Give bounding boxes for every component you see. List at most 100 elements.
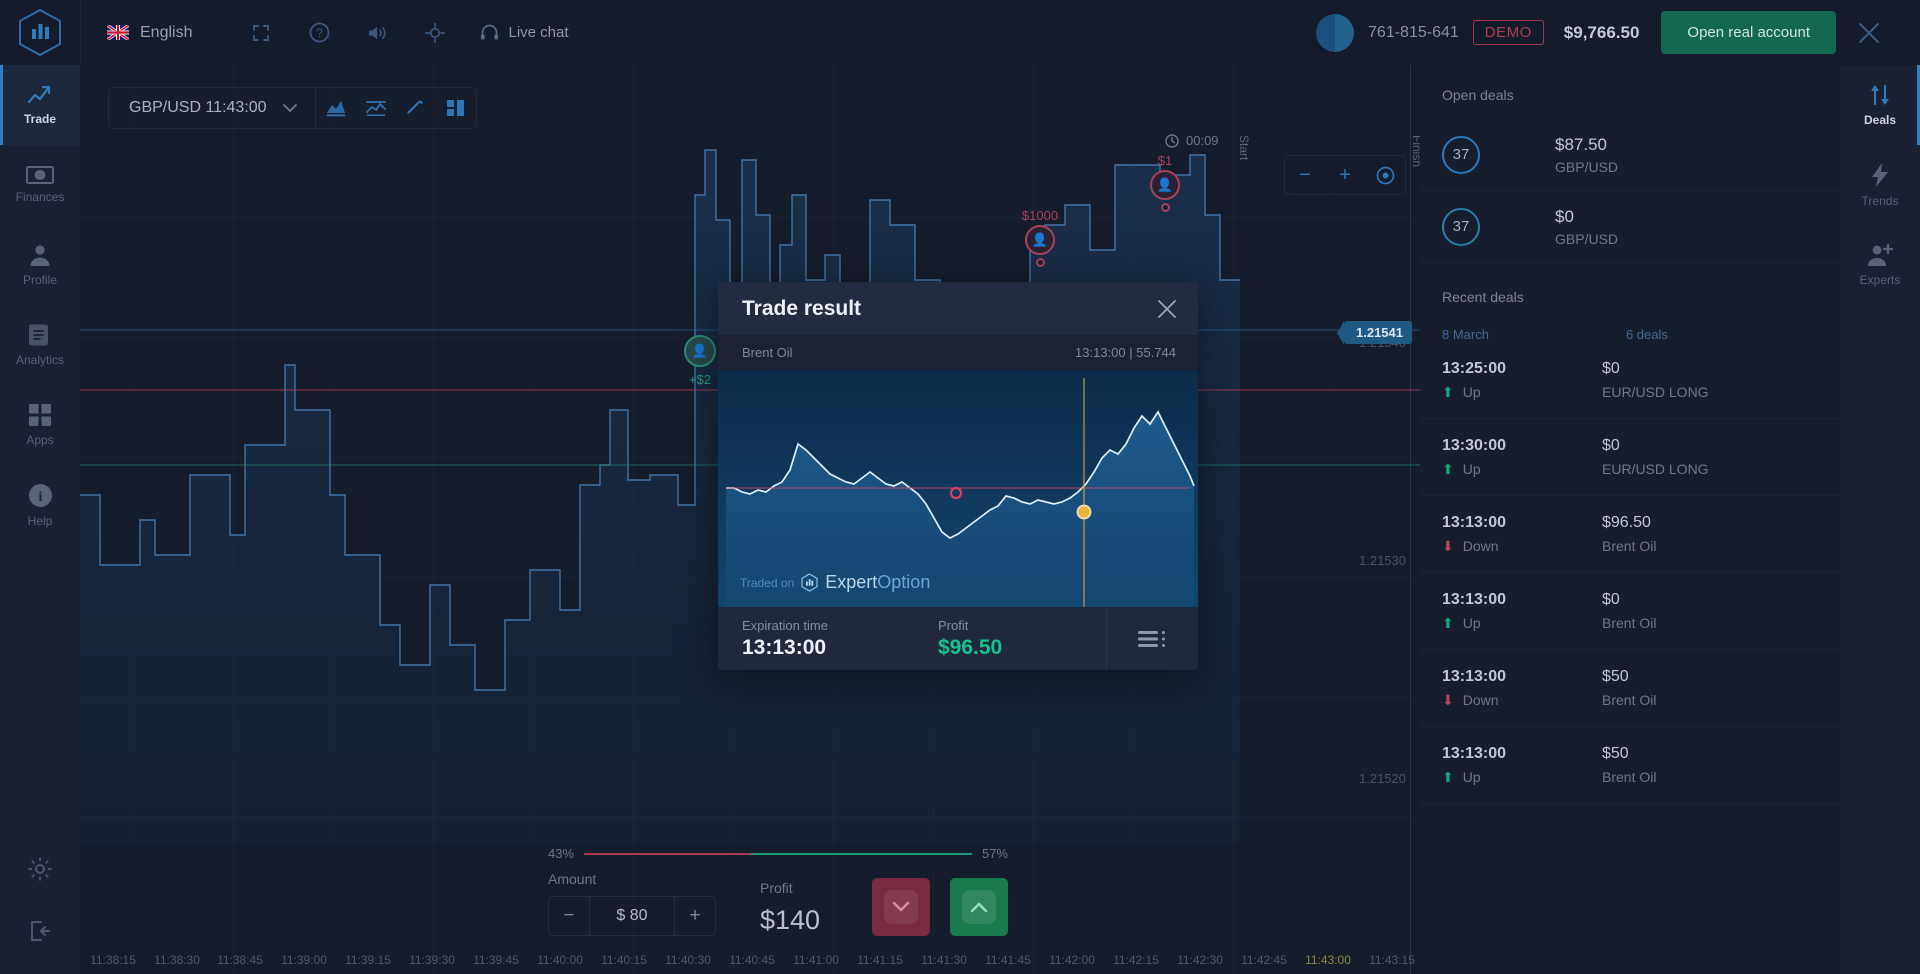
- deal-pin-avatar: 👤: [1150, 170, 1180, 200]
- headset-icon: [480, 23, 499, 42]
- arrows-updown-icon: [1868, 83, 1892, 107]
- x-tick: 11:43:15: [1369, 953, 1415, 967]
- avatar[interactable]: [1316, 14, 1354, 52]
- open-deal-row[interactable]: 37 $87.50 GBP/USD: [1420, 119, 1840, 191]
- up-arrow-icon: [962, 890, 996, 924]
- table-row[interactable]: 13:13:00 ⬆ Up $50 Brent Oil: [1420, 727, 1840, 804]
- sidebar-item-label: Analytics: [16, 353, 64, 367]
- deal-pin-loss[interactable]: $1 👤: [1135, 153, 1195, 212]
- sidebar-item-analytics[interactable]: Analytics: [0, 305, 80, 385]
- current-price-tag: 1.21541: [1344, 321, 1412, 344]
- pencil-icon[interactable]: [396, 87, 436, 129]
- down-arrow-icon: [884, 890, 918, 924]
- svg-text:?: ?: [316, 26, 323, 40]
- list-menu-icon[interactable]: [1106, 607, 1198, 670]
- rightbar-item-label: Experts: [1860, 273, 1901, 287]
- recent-deals-count[interactable]: 6 deals: [1626, 327, 1668, 342]
- line-chart-icon[interactable]: [356, 87, 396, 129]
- fullscreen-icon[interactable]: [232, 0, 290, 65]
- sidebar-item-profile[interactable]: Profile: [0, 225, 80, 305]
- amount-increase-button[interactable]: +: [675, 897, 715, 935]
- recent-deal-direction-label: Up: [1463, 384, 1481, 400]
- area-chart-icon[interactable]: [316, 87, 356, 129]
- open-real-account-button[interactable]: Open real account: [1661, 11, 1836, 54]
- help-icon[interactable]: ?: [290, 0, 348, 65]
- clock-icon: [1165, 134, 1179, 148]
- arrow-up-icon: ⬆: [1442, 384, 1454, 401]
- sidebar-item-help[interactable]: i Help: [0, 465, 80, 545]
- watermark-prefix: Traded on: [740, 576, 794, 590]
- recent-deal-asset: EUR/USD LONG: [1602, 461, 1709, 477]
- recent-deal-direction: ⬆ Up: [1442, 769, 1602, 786]
- x-tick: 11:40:45: [729, 953, 775, 967]
- recent-deals-date[interactable]: 8 March: [1442, 327, 1489, 342]
- live-chat-button[interactable]: Live chat: [464, 0, 584, 65]
- trend-up-icon: [27, 84, 53, 106]
- deal-pin-loss[interactable]: $1000 👤: [1005, 208, 1075, 267]
- recent-deal-left: 13:30:00 ⬆ Up: [1442, 437, 1602, 478]
- recent-deal-direction: ⬆ Up: [1442, 461, 1602, 478]
- close-icon[interactable]: [1836, 0, 1902, 65]
- modal-profit-value: $96.50: [938, 636, 1002, 660]
- table-row[interactable]: 13:13:00 ⬇ Down $50 Brent Oil: [1420, 650, 1840, 727]
- rightbar-item-experts[interactable]: Experts: [1840, 225, 1920, 305]
- table-row[interactable]: 13:13:00 ⬆ Up $0 Brent Oil: [1420, 573, 1840, 650]
- trade-down-button[interactable]: [872, 878, 930, 936]
- profit-display: Profit $140: [760, 880, 820, 936]
- sidebar-item-finances[interactable]: Finances: [0, 145, 80, 225]
- recent-deal-asset: Brent Oil: [1602, 769, 1656, 785]
- rightbar-item-deals[interactable]: Deals: [1840, 65, 1920, 145]
- logout-icon[interactable]: [0, 900, 80, 962]
- recent-deal-direction: ⬇ Down: [1442, 692, 1602, 709]
- recent-deal-direction: ⬆ Up: [1442, 615, 1602, 632]
- x-tick: 11:39:15: [345, 953, 391, 967]
- svg-text:i: i: [38, 490, 42, 505]
- modal-asset-name: Brent Oil: [742, 345, 793, 360]
- table-row[interactable]: 13:25:00 ⬆ Up $0 EUR/USD LONG: [1420, 342, 1840, 419]
- sound-icon[interactable]: [348, 0, 406, 65]
- indicators-icon[interactable]: [436, 87, 476, 129]
- x-tick: 11:39:00: [281, 953, 327, 967]
- recent-deals-title: Recent deals: [1420, 263, 1840, 305]
- start-line-label: Start: [1237, 135, 1251, 160]
- demo-badge: DEMO: [1473, 20, 1544, 45]
- chevron-down-icon: [283, 104, 297, 112]
- deal-pin-avatar: 👤: [1025, 225, 1055, 255]
- amount-decrease-button[interactable]: −: [549, 897, 589, 935]
- watermark-brand-1: Expert: [825, 572, 877, 592]
- open-deal-row[interactable]: 37 $0 GBP/USD: [1420, 191, 1840, 263]
- arrow-up-icon: ⬆: [1442, 615, 1454, 632]
- recent-deal-direction-label: Up: [1463, 769, 1481, 785]
- watermark: Traded on ExpertOption: [740, 572, 930, 593]
- zoom-out-button[interactable]: −: [1285, 155, 1325, 195]
- gear-icon[interactable]: [0, 838, 80, 900]
- recent-deal-asset: Brent Oil: [1602, 692, 1656, 708]
- deal-pin-amount: $1: [1135, 153, 1195, 168]
- user-plus-icon: [1867, 243, 1894, 267]
- x-tick: 11:41:00: [793, 953, 839, 967]
- deal-pin-dot: [1036, 258, 1045, 267]
- sidebar-item-trade[interactable]: Trade: [0, 65, 80, 145]
- table-row[interactable]: 13:30:00 ⬆ Up $0 EUR/USD LONG: [1420, 419, 1840, 496]
- symbol-label: GBP/USD 11:43:00: [129, 99, 267, 117]
- target-icon[interactable]: [406, 0, 464, 65]
- zoom-reset-icon[interactable]: [1365, 155, 1405, 195]
- language-selector[interactable]: English: [81, 0, 218, 65]
- modal-time-price: 13:13:00 | 55.744: [1075, 345, 1176, 360]
- quantity-stepper[interactable]: − $ 80 +: [548, 896, 716, 936]
- amount-input[interactable]: $ 80: [590, 897, 674, 935]
- x-tick: 11:41:30: [921, 953, 967, 967]
- zoom-in-button[interactable]: +: [1325, 155, 1365, 195]
- brand-logo[interactable]: [0, 0, 80, 65]
- trade-up-button[interactable]: [950, 878, 1008, 936]
- recent-deal-left: 13:25:00 ⬆ Up: [1442, 360, 1602, 401]
- left-sidebar: Trade Finances Profile: [0, 65, 80, 974]
- symbol-selector[interactable]: GBP/USD 11:43:00: [109, 87, 315, 129]
- recent-deal-left: 13:13:00 ⬆ Up: [1442, 591, 1602, 632]
- rightbar-item-trends[interactable]: Trends: [1840, 145, 1920, 225]
- close-icon[interactable]: [1156, 298, 1178, 320]
- recent-deal-amount: $96.50: [1602, 514, 1656, 532]
- x-tick-current: 11:43:00: [1305, 953, 1351, 967]
- table-row[interactable]: 13:13:00 ⬇ Down $96.50 Brent Oil: [1420, 496, 1840, 573]
- sidebar-item-apps[interactable]: Apps: [0, 385, 80, 465]
